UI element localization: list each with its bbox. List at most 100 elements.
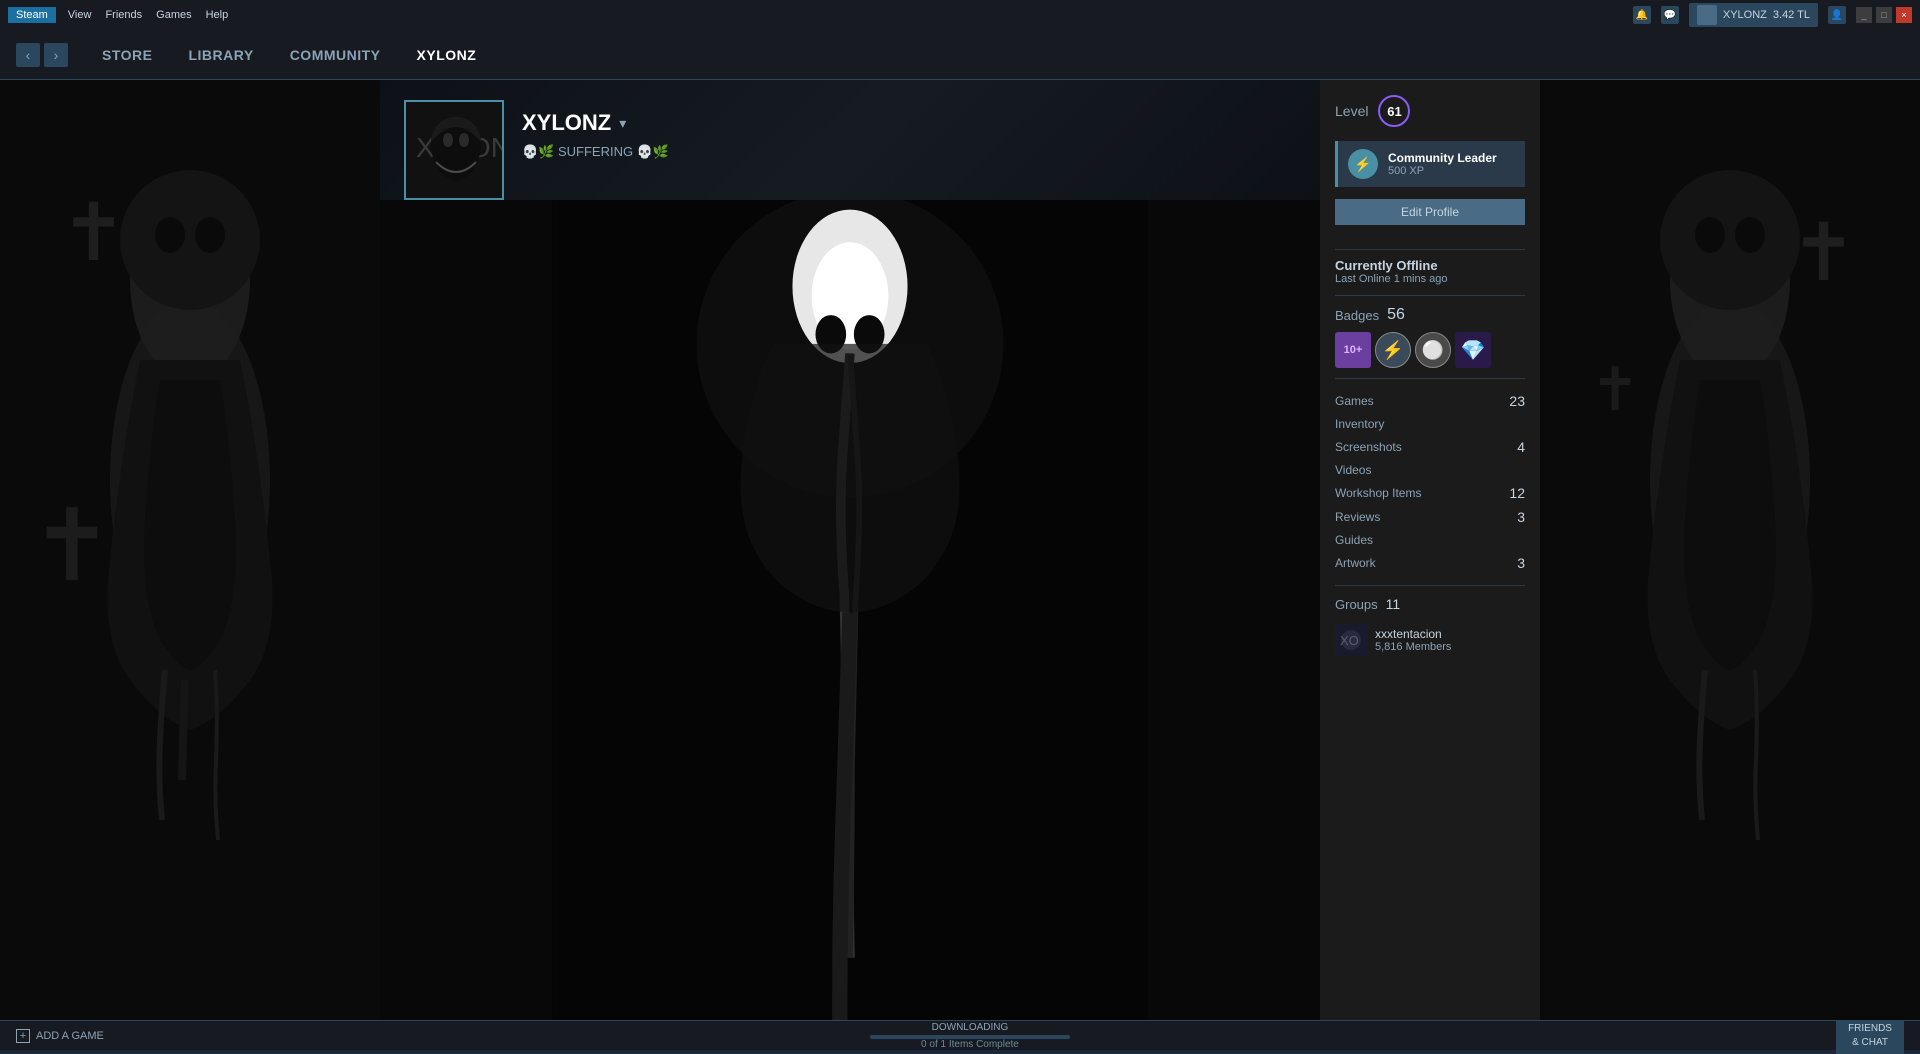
stat-screenshots-label: Screenshots	[1335, 440, 1402, 454]
stat-workshop-label: Workshop Items	[1335, 486, 1421, 500]
stat-guides[interactable]: Guides	[1335, 529, 1525, 551]
online-status: Currently Offline Last Online 1 mins ago	[1335, 258, 1525, 285]
username-dropdown-arrow[interactable]: ▾	[619, 115, 626, 132]
nav-arrows: ‹ ›	[16, 43, 68, 67]
add-game-label: ADD A GAME	[36, 1030, 104, 1042]
main-content: ✝ ✝ ✝	[0, 80, 1920, 1020]
bottombar: + ADD A GAME DOWNLOADING 0 of 1 Items Co…	[0, 1020, 1920, 1050]
friends-icon[interactable]: 👤	[1828, 6, 1846, 24]
stat-inventory-label: Inventory	[1335, 417, 1384, 431]
badges-label: Badges	[1335, 308, 1379, 323]
stat-reviews[interactable]: Reviews 3	[1335, 505, 1525, 529]
level-badge: 61	[1378, 95, 1410, 127]
profile-username: XYLONZ	[522, 110, 611, 136]
stat-screenshots-value: 4	[1517, 439, 1525, 455]
groups-count: 11	[1386, 596, 1401, 612]
stat-games-label: Games	[1335, 394, 1374, 408]
plus-icon: +	[16, 1029, 30, 1043]
divider-1	[1335, 249, 1525, 250]
username-row: XYLONZ ▾	[522, 110, 1296, 136]
back-button[interactable]: ‹	[16, 43, 40, 67]
edit-profile-button[interactable]: Edit Profile	[1335, 199, 1525, 225]
stat-artwork-label: Artwork	[1335, 556, 1376, 570]
maximize-button[interactable]: □	[1876, 7, 1892, 23]
nav-library[interactable]: LIBRARY	[170, 30, 271, 80]
stat-games-value: 23	[1509, 393, 1525, 409]
stat-inventory[interactable]: Inventory	[1335, 413, 1525, 435]
steam-menu-button[interactable]: Steam	[8, 7, 56, 23]
achievement-info: Community Leader 500 XP	[1388, 151, 1497, 177]
stat-guides-label: Guides	[1335, 533, 1373, 547]
close-button[interactable]: ×	[1896, 7, 1912, 23]
group-info: xxxtentacion 5,816 Members	[1375, 627, 1451, 653]
stat-videos[interactable]: Videos	[1335, 459, 1525, 481]
friends-chat-button[interactable]: FRIENDS& CHAT	[1836, 1018, 1904, 1054]
achievement-banner[interactable]: ⚡ Community Leader 500 XP	[1335, 141, 1525, 187]
nav-community[interactable]: COMMUNITY	[272, 30, 399, 80]
svg-text:✝: ✝	[1790, 208, 1857, 297]
artwork-background: ╫ ✝	[380, 200, 1320, 1020]
add-game-button[interactable]: + ADD A GAME	[16, 1029, 104, 1043]
profile-area: XYLONZ XYLONZ ▾ 💀🌿 SUFFERING 💀🌿	[380, 80, 1320, 1020]
badge-diamond[interactable]: 💎	[1455, 332, 1491, 368]
stat-artwork[interactable]: Artwork 3	[1335, 551, 1525, 575]
achievement-icon: ⚡	[1348, 149, 1378, 179]
titlebar: Steam View Friends Games Help 🔔 💬 XYLONZ…	[0, 0, 1920, 30]
bg-right: ✝ ✝ ✝	[1540, 80, 1920, 1020]
badge-bolt[interactable]: ⚡	[1375, 332, 1411, 368]
profile-content-wrapper: ╫ ✝	[380, 200, 1320, 1020]
profile-avatar[interactable]: XYLONZ	[404, 100, 504, 200]
stat-reviews-label: Reviews	[1335, 510, 1380, 524]
badge-10plus[interactable]: 10+	[1335, 332, 1371, 368]
stat-screenshots[interactable]: Screenshots 4	[1335, 435, 1525, 459]
bg-left: ✝ ✝ ✝	[0, 80, 380, 1020]
stats-section: Games 23 Inventory Screenshots 4 Videos …	[1335, 389, 1525, 575]
user-name: XYLONZ	[1723, 9, 1767, 21]
svg-text:✝: ✝	[30, 490, 114, 602]
stat-workshop[interactable]: Workshop Items 12	[1335, 481, 1525, 505]
titlebar-left: Steam View Friends Games Help	[8, 7, 228, 23]
bg-decoration-left: ✝ ✝ ✝	[0, 80, 380, 1020]
download-sub: 0 of 1 Items Complete	[921, 1039, 1019, 1050]
view-menu[interactable]: View	[68, 9, 92, 21]
notification-icon[interactable]: 🔔	[1633, 6, 1651, 24]
user-avatar-small	[1697, 5, 1717, 25]
minimize-button[interactable]: _	[1856, 7, 1872, 23]
forward-button[interactable]: ›	[44, 43, 68, 67]
help-menu[interactable]: Help	[206, 9, 229, 21]
divider-4	[1335, 585, 1525, 586]
divider-2	[1335, 295, 1525, 296]
groups-label: Groups	[1335, 597, 1378, 612]
badges-row: Badges 56	[1335, 306, 1525, 324]
stat-artwork-value: 3	[1517, 555, 1525, 571]
bg-decoration-right: ✝ ✝ ✝	[1540, 80, 1920, 1020]
badges-count: 56	[1387, 306, 1405, 324]
badge-orb[interactable]: ⚪	[1415, 332, 1451, 368]
level-label: Level	[1335, 103, 1368, 119]
group-avatar: XO	[1335, 624, 1367, 656]
games-menu[interactable]: Games	[156, 9, 191, 21]
user-info[interactable]: XYLONZ 3.42 TL	[1689, 3, 1818, 27]
navbar: ‹ › STORE LIBRARY COMMUNITY XYLONZ	[0, 30, 1920, 80]
stat-videos-label: Videos	[1335, 463, 1371, 477]
profile-header: XYLONZ XYLONZ ▾ 💀🌿 SUFFERING 💀🌿	[380, 80, 1320, 200]
nav-xylonz[interactable]: XYLONZ	[399, 30, 495, 80]
badge-icons-row: 10+ ⚡ ⚪ 💎	[1335, 332, 1525, 368]
friends-menu[interactable]: Friends	[105, 9, 142, 21]
nav-store[interactable]: STORE	[84, 30, 170, 80]
chat-icon[interactable]: 💬	[1661, 6, 1679, 24]
stat-games[interactable]: Games 23	[1335, 389, 1525, 413]
divider-3	[1335, 378, 1525, 379]
groups-section: Groups 11 XO xxxtentacion 5,816 Members	[1335, 596, 1525, 660]
status-label: Currently Offline	[1335, 258, 1525, 273]
group-name: xxxtentacion	[1375, 627, 1451, 641]
titlebar-menu: View Friends Games Help	[68, 9, 228, 21]
download-section: DOWNLOADING 0 of 1 Items Complete	[870, 1022, 1070, 1050]
groups-row: Groups 11	[1335, 596, 1525, 612]
group-item-xxxtentacion[interactable]: XO xxxtentacion 5,816 Members	[1335, 620, 1525, 660]
achievement-xp: 500 XP	[1388, 165, 1497, 177]
svg-text:✝: ✝	[1590, 356, 1640, 423]
window-controls: _ □ ×	[1856, 7, 1912, 23]
profile-showcase: ╫ ✝	[380, 200, 1320, 1020]
right-stats-panel: Level 61 ⚡ Community Leader 500 XP Edit …	[1320, 80, 1540, 1020]
